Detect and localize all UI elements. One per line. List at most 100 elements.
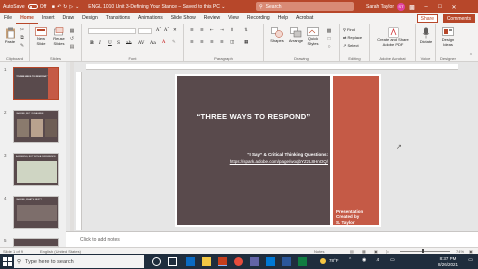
shape-effects-icon[interactable]: ○ [326, 44, 332, 50]
edge-icon[interactable] [186, 257, 195, 266]
design-ideas-button[interactable]: Design Ideas [439, 27, 457, 47]
justify-icon[interactable]: ≡ [220, 40, 224, 45]
change-case-button[interactable]: Aa [150, 41, 156, 46]
tab-animations[interactable]: Animations [134, 13, 167, 24]
shapes-button[interactable]: Shapes [268, 27, 286, 43]
layout-icon[interactable]: ▦ [69, 28, 75, 34]
account-area[interactable]: Sarah Taylor ST ▩ – □ ✕ [366, 3, 461, 11]
slide-credit[interactable]: Presentation Created by S. Taylor [336, 209, 378, 225]
italic-button[interactable]: I [99, 41, 101, 46]
windows-start-icon[interactable] [3, 257, 12, 266]
mail-icon[interactable] [266, 257, 275, 266]
decrease-font-icon[interactable]: Aˇ [164, 28, 170, 33]
tab-help[interactable]: Help [274, 13, 292, 24]
clock[interactable]: 8:37 PM 8/26/2021 [438, 256, 458, 267]
create-share-pdf-button[interactable]: Create and Share Adobe PDF [374, 27, 412, 47]
close-icon[interactable]: ✕ [447, 4, 461, 11]
highlight-icon[interactable]: ✎ [172, 40, 176, 45]
numbering-icon[interactable]: ≡ [200, 28, 204, 33]
minimize-icon[interactable]: – [419, 4, 433, 10]
task-view-icon[interactable] [168, 257, 177, 266]
maximize-icon[interactable]: □ [433, 4, 447, 10]
tab-home[interactable]: Home [16, 13, 38, 24]
taskbar-search[interactable]: ⚲ Type here to search [14, 255, 144, 268]
text-direction-icon[interactable]: ⇅ [244, 28, 248, 33]
zoom-slider[interactable] [400, 251, 450, 252]
shape-fill-icon[interactable]: ▩ [326, 28, 332, 34]
copy-icon[interactable]: ⧉ [19, 35, 25, 41]
thumbnail-scrollbar[interactable] [70, 62, 74, 237]
smartart-icon[interactable]: ▦ [244, 40, 248, 45]
reuse-slides-button[interactable]: Reuse Slides [52, 27, 66, 46]
increase-indent-icon[interactable]: ⇥ [220, 28, 224, 33]
character-spacing-button[interactable]: AV [138, 41, 144, 46]
powerpoint-icon[interactable] [218, 257, 227, 266]
share-button[interactable]: Share [416, 14, 438, 23]
search-box[interactable]: ⚲ Search [256, 2, 354, 11]
line-spacing-icon[interactable]: ⇕ [230, 28, 234, 33]
cortana-icon[interactable] [152, 257, 161, 266]
replace-button[interactable]: ⇄ Replace [343, 35, 362, 40]
columns-icon[interactable]: ◫ [230, 40, 234, 45]
zoom-slider-thumb[interactable] [422, 249, 424, 253]
comments-button[interactable]: Comments [442, 14, 475, 23]
font-size-box[interactable] [138, 28, 152, 34]
reset-icon[interactable]: ↺ [69, 36, 75, 42]
tab-design[interactable]: Design [78, 13, 102, 24]
bullets-icon[interactable]: ≡ [190, 28, 194, 33]
align-right-icon[interactable]: ≡ [210, 40, 214, 45]
volume-icon[interactable]: ♬ [376, 257, 381, 263]
tab-draw[interactable]: Draw [58, 13, 78, 24]
avatar[interactable]: ST [396, 3, 405, 11]
slide-thumbnail-3[interactable]: AGREEING, BUT WITH A DIFFERENCE [13, 153, 59, 186]
cut-icon[interactable]: ✂ [19, 27, 25, 33]
weather-temp[interactable]: 78°F [329, 258, 339, 263]
align-center-icon[interactable]: ≡ [200, 40, 204, 45]
arrange-button[interactable]: Arrange [287, 27, 305, 43]
slide-thumbnail-4[interactable]: I AGREE, WHAT'S NEXT? [13, 196, 59, 229]
customize-qat-icon[interactable]: ⌄ [74, 4, 80, 10]
bold-button[interactable]: B [90, 41, 94, 46]
tab-insert[interactable]: Insert [38, 13, 59, 24]
tab-acrobat[interactable]: Acrobat [292, 13, 317, 24]
network-icon[interactable]: ◉ [362, 257, 366, 263]
word-icon[interactable] [282, 257, 291, 266]
notification-icon[interactable]: ▭ [468, 257, 473, 263]
format-painter-icon[interactable]: ✎ [19, 43, 25, 49]
tab-recording[interactable]: Recording [243, 13, 274, 24]
decrease-indent-icon[interactable]: ⇤ [210, 28, 214, 33]
clear-formatting-icon[interactable]: ✕ [173, 28, 177, 33]
teams-icon[interactable] [250, 257, 259, 266]
autosave-toggle[interactable] [27, 4, 38, 9]
find-button[interactable]: ⚲ Find [343, 27, 355, 32]
notes-pane[interactable]: Click to add notes [66, 231, 478, 247]
quick-styles-button[interactable]: Quick Styles [306, 27, 320, 46]
file-explorer-icon[interactable] [202, 257, 211, 266]
tray-chevron-icon[interactable]: ⌃ [348, 257, 352, 263]
paste-button[interactable]: Paste [3, 27, 17, 44]
slide-thumbnail-5[interactable] [13, 238, 59, 247]
excel-icon[interactable] [298, 257, 307, 266]
new-slide-button[interactable]: New Slide [33, 27, 49, 46]
document-title[interactable]: ENGL 1010 Unit 3-Defining Your Stance – … [88, 4, 225, 10]
increase-font-icon[interactable]: Aˆ [156, 28, 162, 33]
font-name-box[interactable] [88, 28, 136, 34]
slide-subtitle[interactable]: “I Say” & Critical Thinking Questions: [180, 152, 328, 157]
battery-icon[interactable]: ▭ [390, 257, 395, 263]
collapse-ribbon-icon[interactable]: ⌃ [468, 53, 474, 59]
align-left-icon[interactable]: ≡ [190, 40, 194, 45]
tab-review[interactable]: Review [200, 13, 224, 24]
tab-file[interactable]: File [0, 13, 16, 24]
tab-slide-show[interactable]: Slide Show [167, 13, 200, 24]
tab-transitions[interactable]: Transitions [102, 13, 134, 24]
chrome-icon[interactable] [234, 257, 243, 266]
shape-outline-icon[interactable]: □ [326, 36, 332, 42]
dictate-button[interactable]: Dictate [418, 27, 434, 44]
slide-title[interactable]: “THREE WAYS TO RESPOND” [177, 112, 330, 121]
slide-link[interactable]: https://spark.adobe.com/page/woqbYZzL8Hn… [180, 159, 328, 164]
select-button[interactable]: ↗ Select [343, 43, 359, 48]
shadow-button[interactable]: S [117, 41, 120, 46]
underline-button[interactable]: U [108, 41, 112, 46]
ribbon-display-icon[interactable]: ▩ [405, 4, 419, 11]
font-color-icon[interactable]: A [162, 40, 165, 45]
